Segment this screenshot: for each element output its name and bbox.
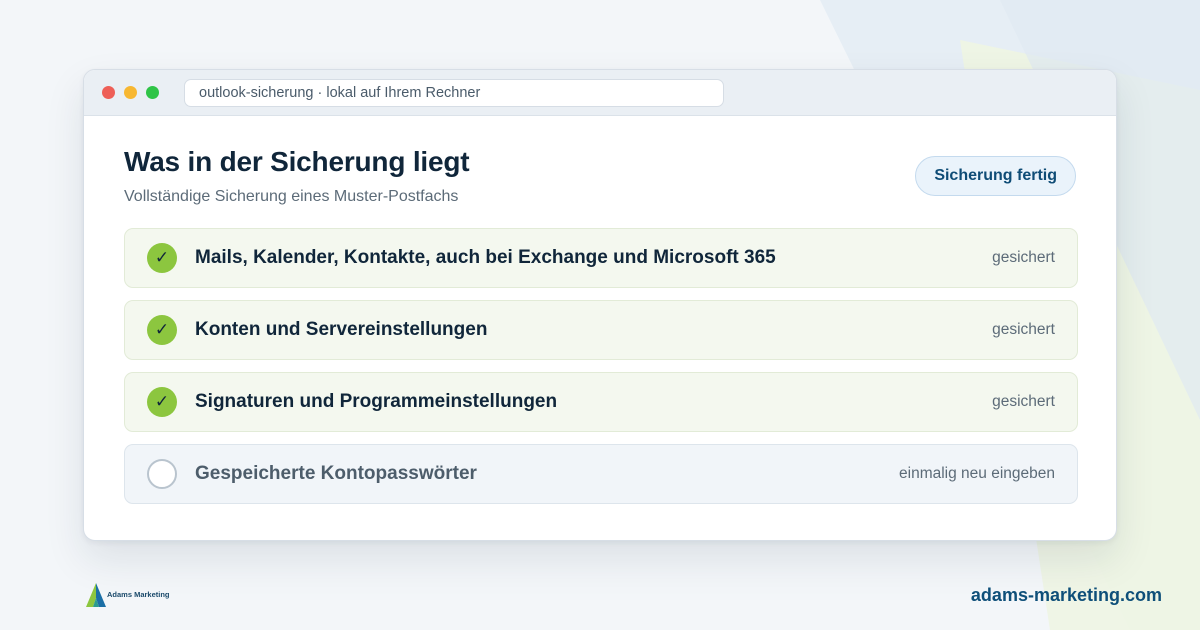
list-item: Gespeicherte Kontopasswörter einmalig ne… <box>124 444 1078 504</box>
item-label: Konten und Servereinstellungen <box>195 319 488 340</box>
check-icon: ✓ <box>147 315 177 345</box>
brand-logo: Adams Marketing <box>85 582 185 610</box>
list-item: ✓ Konten und Servereinstellungen gesiche… <box>124 300 1078 360</box>
address-bar[interactable]: outlook-sicherung · lokal auf Ihrem Rech… <box>184 79 724 107</box>
item-status: gesichert <box>992 321 1055 338</box>
page-title: Was in der Sicherung liegt <box>124 146 470 177</box>
check-icon: ✓ <box>147 243 177 273</box>
item-status: gesichert <box>992 393 1055 410</box>
check-icon: ✓ <box>147 387 177 417</box>
item-label: Mails, Kalender, Kontakte, auch bei Exch… <box>195 247 776 268</box>
app-window: outlook-sicherung · lokal auf Ihrem Rech… <box>83 69 1117 541</box>
empty-circle-icon <box>147 459 177 489</box>
item-label: Gespeicherte Kontopasswörter <box>195 463 477 484</box>
item-status: gesichert <box>992 249 1055 266</box>
maximize-window-button[interactable] <box>146 86 159 99</box>
window-titlebar: outlook-sicherung · lokal auf Ihrem Rech… <box>84 70 1116 116</box>
status-badge: Sicherung fertig <box>915 156 1076 196</box>
website-link[interactable]: adams-marketing.com <box>971 585 1162 606</box>
list-item: ✓ Mails, Kalender, Kontakte, auch bei Ex… <box>124 228 1078 288</box>
backup-item-list: ✓ Mails, Kalender, Kontakte, auch bei Ex… <box>124 228 1078 516</box>
close-window-button[interactable] <box>102 86 115 99</box>
item-label: Signaturen und Programmeinstellungen <box>195 391 558 412</box>
minimize-window-button[interactable] <box>124 86 137 99</box>
page-subtitle: Vollständige Sicherung eines Muster-Post… <box>124 188 459 205</box>
item-status: einmalig neu eingeben <box>899 465 1055 482</box>
logo-mark-icon <box>86 583 106 607</box>
logo-text: Adams Marketing <box>107 590 170 599</box>
list-item: ✓ Signaturen und Programmeinstellungen g… <box>124 372 1078 432</box>
